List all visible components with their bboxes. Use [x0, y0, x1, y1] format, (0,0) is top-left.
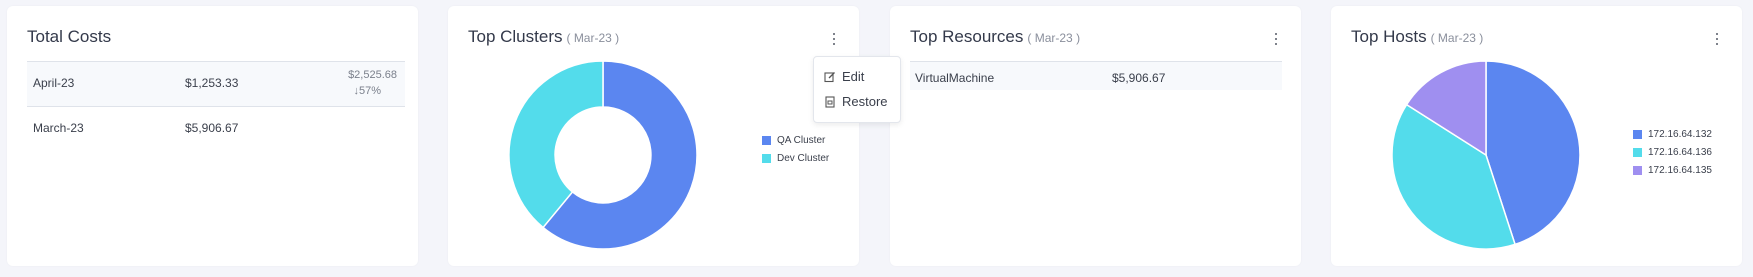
cost-row-amount: $5,906.67 — [185, 121, 239, 135]
cost-row-change: ↓57% — [353, 85, 381, 97]
resource-row-label: VirtualMachine — [915, 71, 995, 85]
top-resources-title-text: Top Resources — [910, 27, 1024, 46]
cost-row-label: April-23 — [33, 76, 75, 90]
legend-swatch — [762, 135, 771, 145]
top-hosts-title: Top Hosts( Mar-23 ) — [1351, 27, 1483, 47]
legend-swatch — [762, 153, 771, 163]
more-options-icon[interactable] — [1712, 32, 1722, 46]
top-clusters-period: ( Mar-23 ) — [566, 31, 620, 45]
top-resources-title: Top Resources( Mar-23 ) — [910, 27, 1080, 47]
clusters-legend: QA Cluster Dev Cluster — [762, 131, 829, 167]
restore-menu-item[interactable]: Restore — [824, 94, 888, 109]
legend-label: 172.16.64.135 — [1648, 164, 1712, 176]
cost-row-amount: $1,253.33 — [185, 76, 239, 90]
legend-item[interactable]: QA Cluster — [762, 131, 829, 149]
total-costs-table: April-23 $1,253.33 $2,525.68 ↓57% March-… — [27, 61, 405, 151]
top-clusters-card: Top Clusters( Mar-23 ) QA Cluster Dev Clu… — [448, 6, 859, 266]
edit-menu-item[interactable]: Edit — [824, 69, 864, 84]
legend-item[interactable]: 172.16.64.132 — [1633, 125, 1712, 143]
table-row: March-23 $5,906.67 — [27, 106, 405, 151]
edit-label: Edit — [842, 69, 865, 84]
total-costs-card: Total Costs April-23 $1,253.33 $2,525.68… — [7, 6, 418, 266]
restore-icon — [825, 95, 835, 108]
legend-item[interactable]: 172.16.64.136 — [1633, 143, 1712, 161]
legend-label: QA Cluster — [777, 134, 826, 146]
cost-row-label: March-23 — [33, 121, 84, 135]
top-resources-table: VirtualMachine $5,906.67 — [910, 61, 1282, 90]
legend-swatch — [1633, 165, 1642, 175]
more-options-icon[interactable] — [1271, 32, 1281, 46]
top-hosts-title-text: Top Hosts — [1351, 27, 1427, 46]
top-resources-period: ( Mar-23 ) — [1027, 31, 1081, 45]
table-row: April-23 $1,253.33 $2,525.68 ↓57% — [27, 61, 405, 106]
top-hosts-card: Top Hosts( Mar-23 ) 172.16.64.132 172.16.… — [1331, 6, 1742, 266]
total-costs-title: Total Costs — [27, 27, 111, 47]
top-clusters-title-text: Top Clusters — [468, 27, 563, 46]
top-hosts-period: ( Mar-23 ) — [1430, 31, 1484, 45]
table-row: VirtualMachine $5,906.67 — [910, 61, 1282, 90]
top-clusters-title: Top Clusters( Mar-23 ) — [468, 27, 619, 47]
resource-row-amount: $5,906.67 — [1112, 71, 1166, 85]
legend-swatch — [1633, 147, 1642, 157]
total-costs-title-text: Total Costs — [27, 27, 112, 46]
cluster-options-menu: Edit Restore — [813, 56, 901, 123]
more-options-icon[interactable] — [829, 32, 839, 46]
edit-icon — [824, 71, 835, 82]
hosts-legend: 172.16.64.132 172.16.64.136 172.16.64.135 — [1633, 125, 1712, 179]
legend-item[interactable]: 172.16.64.135 — [1633, 161, 1712, 179]
top-resources-card: Top Resources( Mar-23 ) VirtualMachine $… — [890, 6, 1301, 266]
hosts-pie-chart — [1391, 60, 1581, 250]
restore-label: Restore — [842, 94, 888, 109]
legend-label: Dev Cluster — [777, 152, 830, 164]
clusters-donut-chart — [508, 60, 698, 250]
legend-label: 172.16.64.136 — [1648, 146, 1712, 158]
cost-row-previous: $2,525.68 — [348, 69, 397, 81]
legend-label: 172.16.64.132 — [1648, 128, 1712, 140]
legend-swatch — [1633, 129, 1642, 139]
legend-item[interactable]: Dev Cluster — [762, 149, 829, 167]
